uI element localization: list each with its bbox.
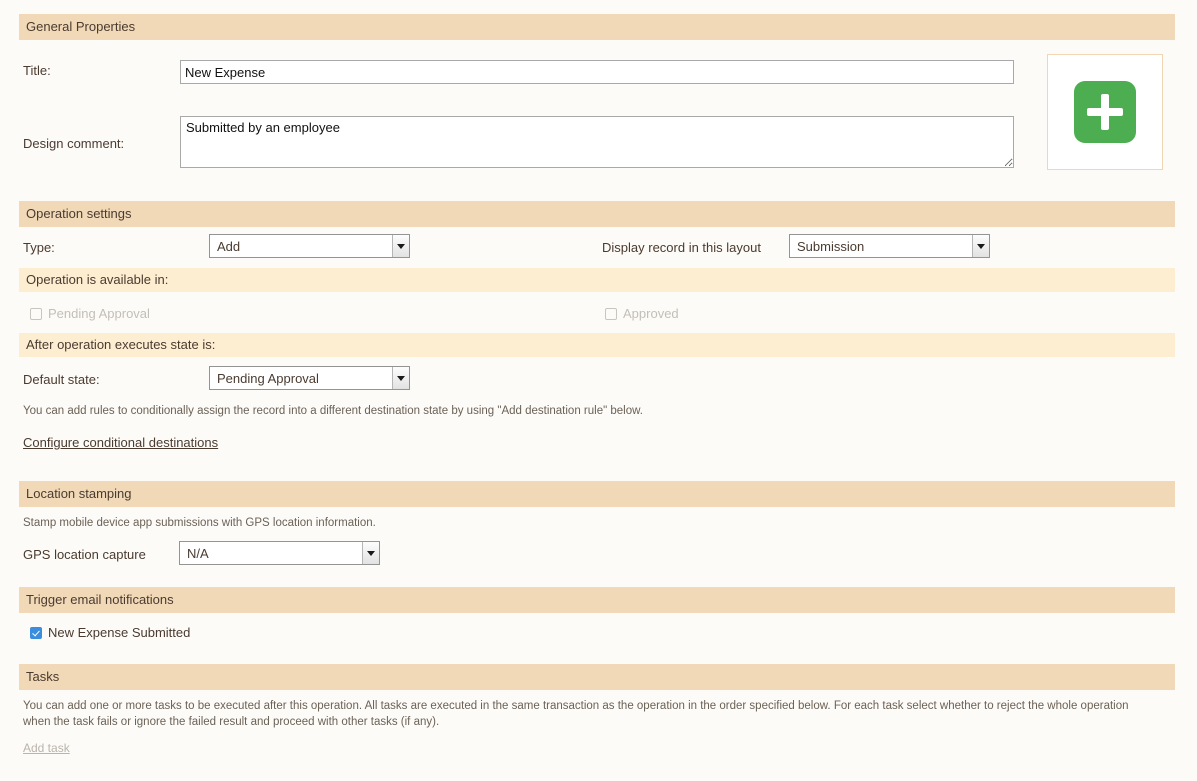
design-comment-textarea[interactable]: [180, 116, 1014, 168]
title-input[interactable]: [180, 60, 1014, 84]
checkbox-row-pending-approval[interactable]: Pending Approval: [30, 306, 150, 321]
default-state-select[interactable]: Pending Approval: [209, 366, 410, 390]
default-state-select-value: Pending Approval: [217, 370, 319, 386]
checkbox-row-new-expense-submitted[interactable]: New Expense Submitted: [30, 625, 190, 640]
display-record-label: Display record in this layout: [602, 240, 761, 255]
type-select[interactable]: Add: [209, 234, 410, 258]
sub-header-operation-available-in: Operation is available in:: [19, 268, 1175, 292]
type-label: Type:: [23, 240, 55, 255]
conditional-destinations-help: You can add rules to conditionally assig…: [23, 405, 643, 417]
plus-icon: [1074, 81, 1136, 143]
design-comment-label: Design comment:: [23, 136, 125, 151]
display-record-select[interactable]: Submission: [789, 234, 990, 258]
chevron-down-icon: [392, 367, 409, 389]
location-stamping-help: Stamp mobile device app submissions with…: [23, 517, 376, 529]
checkbox-pending-approval[interactable]: [30, 307, 42, 320]
gps-location-capture-select[interactable]: N/A: [179, 541, 380, 565]
section-header-operation-settings: Operation settings: [19, 201, 1175, 227]
title-label: Title:: [23, 63, 51, 78]
add-task-link[interactable]: Add task: [23, 741, 70, 755]
checkbox-new-expense-submitted[interactable]: [30, 626, 42, 639]
default-state-label: Default state:: [23, 372, 100, 387]
gps-location-capture-value: N/A: [187, 545, 209, 561]
checkbox-label-approved: Approved: [623, 306, 679, 321]
chevron-down-icon: [392, 235, 409, 257]
checkbox-label-new-expense-submitted: New Expense Submitted: [48, 625, 191, 640]
sub-header-after-operation-executes: After operation executes state is:: [19, 333, 1175, 357]
gps-location-capture-label: GPS location capture: [23, 547, 146, 562]
chevron-down-icon: [972, 235, 989, 257]
type-select-value: Add: [217, 238, 241, 254]
display-record-select-value: Submission: [797, 238, 865, 254]
tasks-help: You can add one or more tasks to be exec…: [23, 700, 1129, 728]
chevron-down-icon: [362, 542, 379, 564]
section-header-trigger-email-notifications: Trigger email notifications: [19, 587, 1175, 613]
section-header-location-stamping: Location stamping: [19, 481, 1175, 507]
section-header-tasks: Tasks: [19, 664, 1175, 690]
section-header-general-properties: General Properties: [19, 14, 1175, 40]
checkbox-row-approved[interactable]: Approved: [605, 306, 679, 321]
configure-conditional-destinations-link[interactable]: Configure conditional destinations: [23, 435, 218, 450]
add-operation-icon-button[interactable]: [1047, 54, 1163, 170]
checkbox-label-pending-approval: Pending Approval: [48, 306, 150, 321]
operation-settings-page: General Properties Title: Design comment…: [0, 0, 1197, 781]
checkbox-approved[interactable]: [605, 307, 617, 320]
